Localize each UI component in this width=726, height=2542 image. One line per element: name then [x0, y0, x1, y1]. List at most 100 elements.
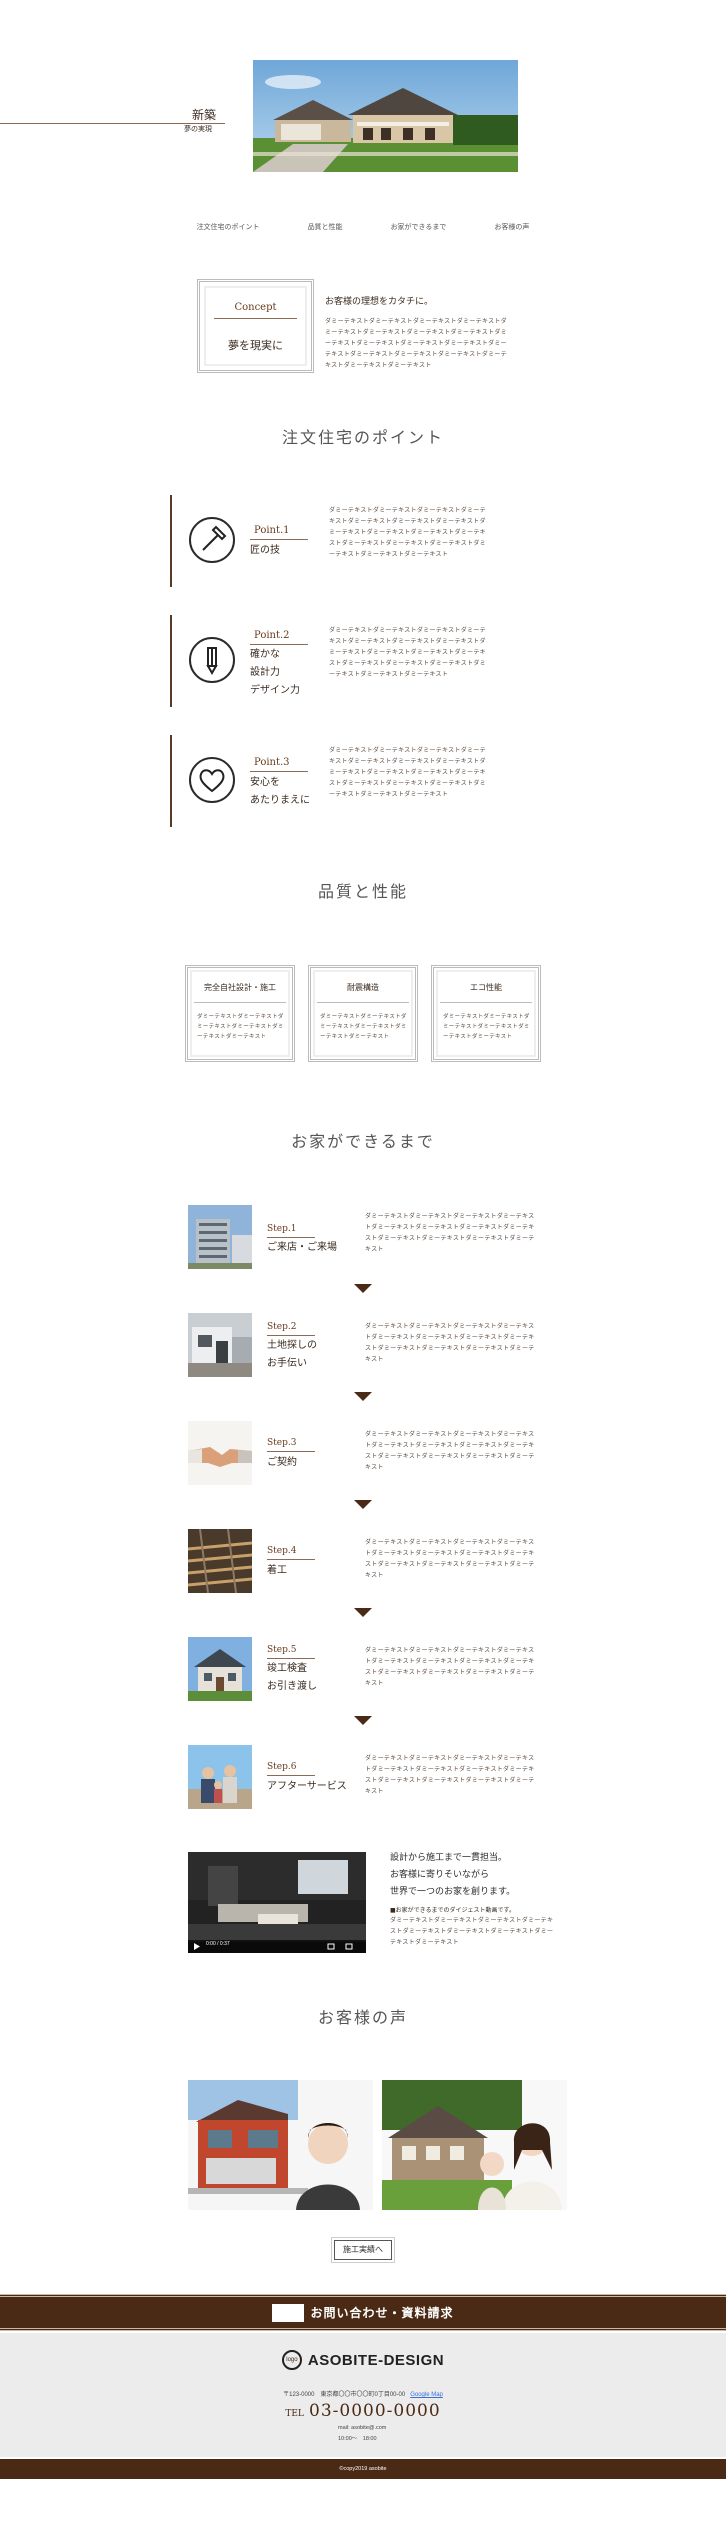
step-3-label: Step.3 [267, 1438, 297, 1448]
tel-number: 03-0000-0000 [309, 2401, 441, 2421]
quality-card-1-divider [194, 1002, 286, 1003]
points-title: 注文住宅のポイント [281, 428, 444, 447]
concept-label: Concept [234, 302, 277, 313]
point-3-sub: 安心を あたりまえに [250, 777, 310, 806]
step-arrow-down-icon [354, 1608, 372, 1617]
point-2-bar [170, 615, 172, 707]
step-6-sub: アフターサービス [267, 1781, 347, 1792]
step-2-house-image [188, 1313, 252, 1377]
point-1-text: ダミーテキストダミーテキストダミーテキストダミーテキストダミーテキストダミーテキ… [329, 507, 486, 558]
step-5-sub: 竣工検査 お引き渡し [267, 1663, 317, 1692]
copyright: ©copy2019 asobite [0, 2459, 726, 2479]
step-arrow-down-icon [354, 1500, 372, 1509]
footer-mail: mail: asobite@.com [338, 2425, 387, 2431]
steps-title: お家ができるまで [291, 1132, 435, 1151]
step-6-family-image [188, 1745, 252, 1809]
quality-card-2-divider [317, 1002, 409, 1003]
point-2-divider [250, 644, 308, 645]
step-2-divider [267, 1335, 315, 1336]
step-arrow-down-icon [354, 1284, 372, 1293]
pencil-icon [189, 637, 235, 683]
point-1-label: Point.1 [254, 525, 290, 536]
nav-item-voices[interactable]: お客様の声 [494, 222, 529, 232]
point-3-label: Point.3 [254, 757, 290, 768]
quality-card-1-title: 完全自社設計・施工 [204, 983, 276, 992]
point-1-divider [250, 539, 308, 540]
contact-label: お問い合わせ・資料請求 [310, 2306, 454, 2320]
concept-heading: お客様の理想をカタチに。 [325, 297, 434, 307]
step-arrow-down-icon [354, 1392, 372, 1401]
video-heading: 設計から施工まで一貫担当。 お客様に寄りそいながら 世界で一つのお家を創ります。 [390, 1853, 516, 1897]
point-2-text: ダミーテキストダミーテキストダミーテキストダミーテキストダミーテキストダミーテキ… [329, 627, 486, 678]
mail-icon [272, 2303, 305, 2322]
footer-tel[interactable]: TEL 03-0000-0000 [0, 2401, 726, 2421]
step-5-divider [267, 1658, 315, 1659]
step-2-text: ダミーテキストダミーテキストダミーテキストダミーテキストダミーテキストダミーテキ… [365, 1323, 535, 1363]
step-2-label: Step.2 [267, 1322, 297, 1332]
quality-card-3-title: エコ性能 [470, 983, 502, 992]
step-4-label: Step.4 [267, 1546, 297, 1556]
logo-icon: logo [281, 2350, 302, 2370]
nav-item-points[interactable]: 注文住宅のポイント [197, 222, 260, 232]
step-arrow-down-icon [354, 1716, 372, 1725]
concept-divider [214, 318, 297, 319]
logo-text: ASOBITE-DESIGN [307, 2351, 445, 2369]
video-text: ダミーテキストダミーテキストダミーテキストダミーテキストダミーテキストダミーテキ… [390, 1917, 554, 1946]
hero-house-image [253, 60, 518, 172]
step-1-building-image [188, 1205, 252, 1269]
hero-title: 新築 [192, 108, 217, 122]
point-3-divider [250, 771, 308, 772]
point-1-sub: 匠の技 [250, 545, 280, 556]
step-6-divider [267, 1775, 315, 1776]
step-1-sub: ご来店・ご来場 [267, 1242, 337, 1253]
step-5-label: Step.5 [267, 1645, 297, 1655]
quality-title: 品質と性能 [317, 882, 408, 901]
step-4-sub: 着工 [267, 1565, 287, 1576]
footer-address: 〒123-0000 東京都〇〇市〇〇町0丁目00-00 [283, 2392, 406, 2398]
point-1-bar [170, 495, 172, 587]
step-3-sub: ご契約 [267, 1457, 297, 1468]
google-map-link[interactable]: Google Map [410, 2392, 443, 2398]
house-video-player[interactable]: 0:00 / 0:37 [188, 1852, 366, 1953]
footer-address-line: 〒123-0000 東京都〇〇市〇〇町0丁目00-00 Google Map [0, 2389, 726, 2398]
contact-link[interactable]: お問い合わせ・資料請求 [0, 2297, 726, 2328]
video-time: 0:00 / 0:37 [206, 1941, 230, 1947]
nav-item-steps[interactable]: お家ができるまで [391, 222, 447, 232]
point-3-text: ダミーテキストダミーテキストダミーテキストダミーテキストダミーテキストダミーテキ… [329, 747, 486, 798]
point-3-bar [170, 735, 172, 827]
step-1-divider [267, 1237, 315, 1238]
voice-1-image [188, 2080, 373, 2210]
section-nav: 注文住宅のポイント 品質と性能 お家ができるまで お客様の声 [0, 222, 726, 232]
hero-subtitle: 夢の実現 [184, 125, 212, 133]
step-4-construction-image [188, 1529, 252, 1593]
step-5-text: ダミーテキストダミーテキストダミーテキストダミーテキストダミーテキストダミーテキ… [365, 1647, 535, 1687]
footer-hours: 10:00～ 18:00 [338, 2436, 377, 2442]
point-2-sub: 確かな 設計力 デザイン力 [250, 649, 300, 696]
works-link-button[interactable]: 施工実績へ [331, 2237, 395, 2263]
concept-sub: 夢を現実に [228, 339, 283, 352]
contact-banner[interactable]: お問い合わせ・資料請求 [0, 2294, 726, 2331]
step-6-text: ダミーテキストダミーテキストダミーテキストダミーテキストダミーテキストダミーテキ… [365, 1755, 535, 1795]
step-1-label: Step.1 [267, 1224, 297, 1234]
concept-box: Concept 夢を現実に [197, 279, 314, 373]
quality-card-1-text: ダミーテキストダミーテキストダミーテキストダミーテキストダミーテキストダミーテキ… [197, 1014, 284, 1040]
step-4-text: ダミーテキストダミーテキストダミーテキストダミーテキストダミーテキストダミーテキ… [365, 1539, 535, 1579]
quality-card-3-divider [440, 1002, 532, 1003]
quality-card-2-title: 耐震構造 [347, 983, 379, 992]
quality-card-2: 耐震構造 ダミーテキストダミーテキストダミーテキストダミーテキストダミーテキスト… [308, 965, 418, 1062]
nav-item-quality[interactable]: 品質と性能 [308, 222, 343, 232]
step-4-divider [267, 1559, 315, 1560]
step-3-divider [267, 1451, 315, 1452]
point-2-label: Point.2 [254, 630, 290, 641]
step-1-text: ダミーテキストダミーテキストダミーテキストダミーテキストダミーテキストダミーテキ… [365, 1213, 535, 1253]
footer-logo[interactable]: logo ASOBITE-DESIGN [0, 2350, 726, 2370]
quality-card-1: 完全自社設計・施工 ダミーテキストダミーテキストダミーテキストダミーテキストダミ… [185, 965, 295, 1062]
step-2-sub: 土地探しの お手伝い [267, 1340, 317, 1369]
step-5-house-image [188, 1637, 252, 1701]
quality-card-2-text: ダミーテキストダミーテキストダミーテキストダミーテキストダミーテキストダミーテキ… [320, 1014, 407, 1040]
hammer-icon [189, 517, 235, 563]
footer: logo ASOBITE-DESIGN 〒123-0000 東京都〇〇市〇〇町0… [0, 2333, 726, 2457]
video-note: ■お家ができるまでのダイジェスト動画です。 [390, 1907, 515, 1914]
tel-label: TEL [285, 2409, 304, 2419]
concept-text: ダミーテキストダミーテキストダミーテキストダミーテキストダミーテキストダミーテキ… [325, 318, 507, 369]
